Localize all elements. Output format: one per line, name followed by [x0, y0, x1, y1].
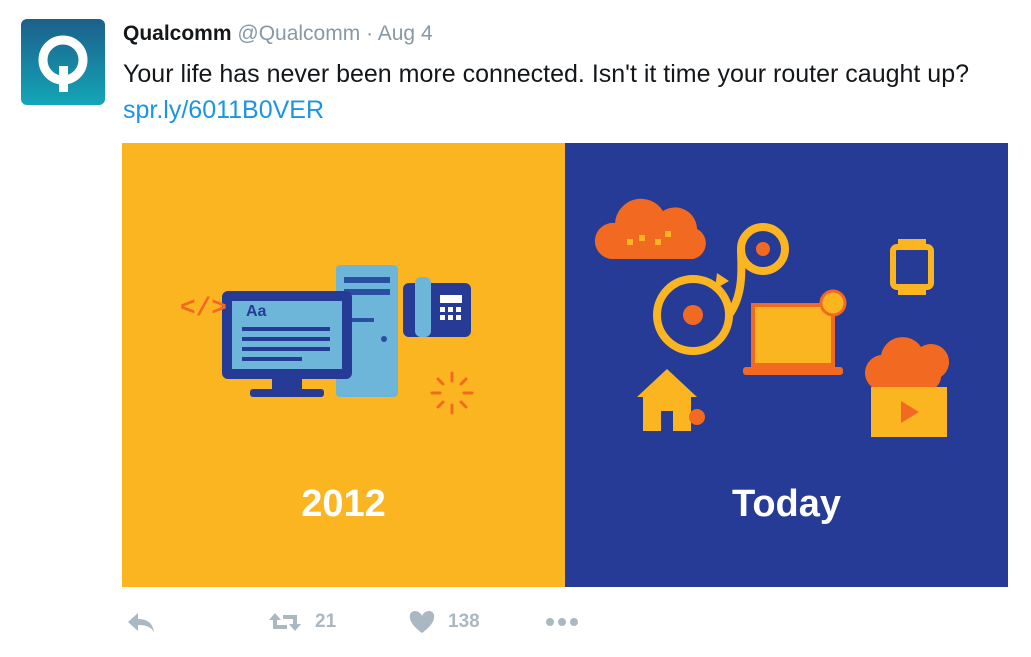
retweet-icon — [269, 613, 301, 631]
tweet-body: Your life has never been more connected.… — [123, 60, 970, 88]
tweet-actions: 21 138 — [0, 600, 1031, 644]
reply-button[interactable] — [126, 600, 156, 644]
author-avatar[interactable] — [21, 19, 105, 105]
screen-label: Aa — [246, 303, 267, 320]
author-name[interactable]: Qualcomm — [123, 22, 232, 45]
more-dots-icon — [546, 618, 578, 626]
retweet-count: 21 — [315, 611, 337, 632]
like-count: 138 — [448, 611, 480, 632]
like-button[interactable]: 138 — [408, 600, 480, 644]
author-handle[interactable]: @Qualcomm — [237, 22, 360, 45]
label-today: Today — [731, 483, 842, 525]
tweet-media[interactable]: </> Aa 2012 Today — [122, 143, 1008, 587]
tweet-link[interactable]: spr.ly/6011B0VER — [123, 96, 324, 124]
retweet-button[interactable]: 21 — [267, 600, 336, 644]
heart-icon — [409, 611, 435, 633]
tweet-text: Your life has never been more connected.… — [123, 56, 1003, 128]
code-tag: </> — [180, 293, 227, 323]
header-separator: · — [366, 22, 374, 45]
qualcomm-logo-icon — [38, 35, 88, 92]
label-2012: 2012 — [301, 483, 386, 525]
media-panel-today: Today — [565, 143, 1008, 587]
media-panel-2012: </> Aa 2012 — [122, 143, 565, 587]
reply-icon — [128, 613, 154, 632]
tweet-date[interactable]: Aug 4 — [378, 22, 433, 45]
tweet-header: Qualcomm @Qualcomm · Aug 4 — [123, 20, 433, 48]
more-button[interactable] — [545, 600, 579, 644]
